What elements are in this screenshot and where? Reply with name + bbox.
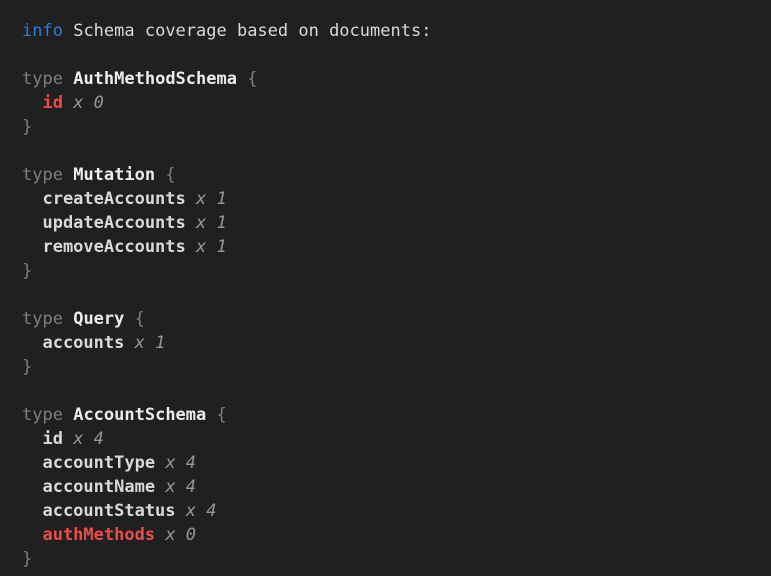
field-hit-count: x 4 <box>165 453 196 473</box>
field-coverage-line: removeAccounts x 1 <box>22 235 763 259</box>
open-brace: { <box>217 405 227 425</box>
field-hit-count: x 4 <box>73 429 104 449</box>
field-name: accountStatus <box>42 501 175 521</box>
field-name: accountName <box>42 477 155 497</box>
field-coverage-line: authMethods x 0 <box>22 523 763 547</box>
blank-line <box>22 283 763 307</box>
field-name: createAccounts <box>42 189 185 209</box>
terminal-output: info Schema coverage based on documents:… <box>0 0 771 571</box>
field-coverage-line: accountName x 4 <box>22 475 763 499</box>
type-name: Query <box>73 309 124 329</box>
field-hit-count: x 4 <box>186 501 217 521</box>
field-name: updateAccounts <box>42 213 185 233</box>
open-brace: { <box>247 69 257 89</box>
field-coverage-line: id x 4 <box>22 427 763 451</box>
close-brace: } <box>22 549 32 569</box>
field-name: authMethods <box>42 525 155 545</box>
close-brace-line: } <box>22 115 763 139</box>
open-brace: { <box>165 165 175 185</box>
blank-line <box>22 379 763 403</box>
field-name: id <box>42 93 62 113</box>
info-line: info Schema coverage based on documents: <box>22 19 763 43</box>
close-brace-line: } <box>22 547 763 571</box>
field-name: accounts <box>42 333 124 353</box>
close-brace: } <box>22 357 32 377</box>
close-brace: } <box>22 261 32 281</box>
field-coverage-line: accounts x 1 <box>22 331 763 355</box>
type-block-accountschema: type AccountSchema { id x 4 accountType … <box>22 403 763 571</box>
open-brace: { <box>135 309 145 329</box>
type-declaration: type Mutation { <box>22 163 763 187</box>
close-brace-line: } <box>22 355 763 379</box>
field-hit-count: x 0 <box>165 525 196 545</box>
type-declaration: type AccountSchema { <box>22 403 763 427</box>
type-keyword: type <box>22 405 63 425</box>
field-hit-count: x 4 <box>165 477 196 497</box>
close-brace: } <box>22 117 32 137</box>
info-message: Schema coverage based on documents: <box>73 21 431 41</box>
type-name: Mutation <box>73 165 155 185</box>
close-brace-line: } <box>22 259 763 283</box>
type-block-mutation: type Mutation { createAccounts x 1 updat… <box>22 163 763 283</box>
info-badge: info <box>22 21 63 41</box>
field-coverage-line: id x 0 <box>22 91 763 115</box>
type-declaration: type AuthMethodSchema { <box>22 67 763 91</box>
type-keyword: type <box>22 165 63 185</box>
field-hit-count: x 0 <box>73 93 104 113</box>
type-name: AuthMethodSchema <box>73 69 237 89</box>
type-keyword: type <box>22 69 63 89</box>
field-name: accountType <box>42 453 155 473</box>
type-block-query: type Query { accounts x 1 } <box>22 307 763 379</box>
field-coverage-line: createAccounts x 1 <box>22 187 763 211</box>
field-coverage-line: accountType x 4 <box>22 451 763 475</box>
field-coverage-line: accountStatus x 4 <box>22 499 763 523</box>
type-block-authmethodschema: type AuthMethodSchema { id x 0 } <box>22 67 763 139</box>
type-keyword: type <box>22 309 63 329</box>
field-hit-count: x 1 <box>135 333 166 353</box>
blank-line <box>22 139 763 163</box>
field-name: removeAccounts <box>42 237 185 257</box>
field-coverage-line: updateAccounts x 1 <box>22 211 763 235</box>
type-declaration: type Query { <box>22 307 763 331</box>
field-hit-count: x 1 <box>196 237 227 257</box>
type-name: AccountSchema <box>73 405 206 425</box>
field-hit-count: x 1 <box>196 213 227 233</box>
field-hit-count: x 1 <box>196 189 227 209</box>
blank-line <box>22 43 763 67</box>
field-name: id <box>42 429 62 449</box>
